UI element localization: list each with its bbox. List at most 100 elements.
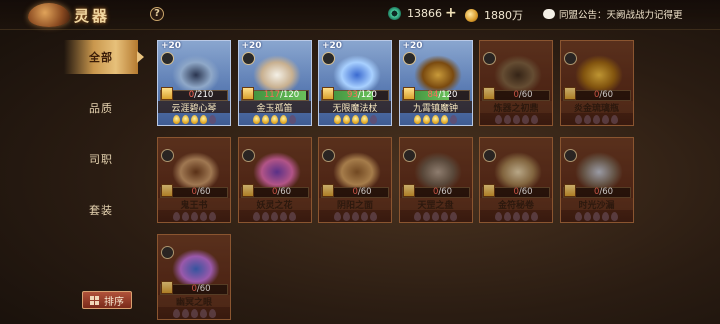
add-jade-button[interactable]: + bbox=[445, 5, 457, 21]
artifact-card[interactable]: +20 117/120 金玉孤笛 bbox=[237, 40, 312, 126]
tab-set[interactable]: 套装 bbox=[64, 193, 138, 227]
star-icon bbox=[530, 212, 538, 221]
hourglass-icon bbox=[574, 152, 623, 192]
tab-all[interactable]: 全部 bbox=[64, 40, 144, 74]
star-icon bbox=[172, 115, 180, 124]
star-rating bbox=[480, 212, 552, 221]
flower-flute-icon bbox=[252, 55, 301, 95]
artifact-name: 时光沙漏 bbox=[560, 198, 633, 211]
star-icon bbox=[271, 115, 278, 124]
star-icon bbox=[199, 115, 207, 124]
fragment-current: 93 bbox=[347, 90, 358, 100]
star-icon bbox=[333, 212, 341, 221]
artifact-card[interactable]: 0/60 幽冥之眼 bbox=[157, 234, 231, 320]
fragment-count: 0/60 bbox=[494, 90, 552, 101]
star-icon bbox=[369, 115, 377, 124]
fragment-max: 120 bbox=[282, 90, 300, 100]
star-icon bbox=[271, 212, 278, 221]
star-icon bbox=[521, 212, 529, 221]
star-icon bbox=[190, 115, 198, 124]
upgrade-level: +20 bbox=[402, 41, 423, 51]
star-icon bbox=[432, 212, 439, 221]
star-icon bbox=[432, 115, 439, 124]
star-icon bbox=[262, 115, 269, 124]
fragment-max: 60 bbox=[521, 187, 533, 197]
alliance-notice[interactable]: 同盟公告：天阙战战力记得更 bbox=[543, 7, 683, 21]
star-rating bbox=[158, 309, 230, 318]
jade-resource: 13866 bbox=[388, 7, 442, 20]
star-icon bbox=[602, 115, 609, 124]
fragment-max: 60 bbox=[199, 284, 211, 294]
artifact-card[interactable]: 0/60 妖灵之花 bbox=[237, 137, 312, 223]
fragment-count: 0/210 bbox=[172, 90, 230, 101]
star-rating bbox=[561, 212, 633, 221]
artifact-card[interactable]: 0/60 炼器之初鼎 bbox=[479, 40, 553, 126]
artifact-card[interactable]: +20 84/120 九霄镇魔钟 bbox=[398, 40, 473, 126]
star-icon bbox=[289, 212, 296, 221]
star-rating bbox=[400, 212, 472, 221]
sort-button[interactable]: 排序 bbox=[82, 291, 132, 309]
star-icon bbox=[351, 115, 359, 124]
star-icon bbox=[593, 212, 600, 221]
chat-bubble-icon bbox=[543, 9, 555, 19]
help-icon[interactable]: ? bbox=[150, 7, 164, 21]
artifact-name: 无限魔法杖 bbox=[319, 101, 391, 114]
star-icon bbox=[208, 212, 216, 221]
artifact-name: 阴阳之面 bbox=[319, 198, 391, 211]
artifact-name: 天罡之盘 bbox=[399, 198, 472, 211]
artifact-name: 炎金琉璃瓶 bbox=[560, 101, 633, 114]
artifact-card[interactable]: 0/60 时光沙漏 bbox=[559, 137, 634, 223]
fragment-count: 0/60 bbox=[575, 187, 633, 198]
fragment-max: 60 bbox=[602, 187, 614, 197]
star-icon bbox=[172, 212, 180, 221]
fragment-max: 120 bbox=[360, 90, 377, 100]
star-icon bbox=[611, 115, 618, 124]
artifact-card[interactable]: +20 93/120 无限魔法杖 bbox=[318, 40, 392, 126]
star-icon bbox=[289, 115, 296, 124]
artifact-name: 炼器之初鼎 bbox=[480, 101, 552, 114]
star-rating bbox=[239, 212, 311, 221]
star-icon bbox=[190, 212, 198, 221]
tab-quality[interactable]: 品质 bbox=[64, 91, 138, 125]
star-icon bbox=[575, 212, 582, 221]
tab-label: 全部 bbox=[89, 51, 113, 64]
bell-icon bbox=[413, 55, 462, 95]
gold-resource: 1880万 bbox=[465, 7, 523, 23]
artifact-name: 九霄镇魔钟 bbox=[399, 101, 472, 114]
star-icon bbox=[342, 115, 350, 124]
star-icon bbox=[503, 212, 511, 221]
artifact-card[interactable]: 0/60 阴阳之面 bbox=[318, 137, 392, 223]
star-icon bbox=[441, 212, 448, 221]
tab-label: 品质 bbox=[89, 102, 113, 115]
artifact-name: 妖灵之花 bbox=[238, 198, 311, 211]
star-rating bbox=[561, 115, 633, 124]
fragment-max: 120 bbox=[441, 90, 458, 100]
artifact-name: 金符秘卷 bbox=[480, 198, 552, 211]
star-icon bbox=[414, 212, 421, 221]
star-icon bbox=[530, 115, 538, 124]
star-icon bbox=[503, 115, 511, 124]
fragment-max: 60 bbox=[602, 90, 614, 100]
star-icon bbox=[369, 212, 377, 221]
fragment-count: 0/60 bbox=[414, 187, 472, 198]
tab-role[interactable]: 司职 bbox=[64, 142, 138, 176]
sort-label: 排序 bbox=[104, 296, 124, 308]
star-icon bbox=[450, 115, 457, 124]
star-icon bbox=[208, 309, 216, 318]
star-rating bbox=[319, 212, 391, 221]
qin-zither-icon bbox=[172, 55, 220, 95]
title-emblem-icon bbox=[28, 3, 70, 27]
gold-coin-icon bbox=[465, 8, 478, 22]
artifact-card[interactable]: 0/60 天罡之盘 bbox=[398, 137, 473, 223]
artifact-card[interactable]: 0/60 炎金琉璃瓶 bbox=[559, 40, 634, 126]
artifact-card[interactable]: +20 0/210 云涯碧心琴 bbox=[157, 40, 231, 126]
fragment-count: 117/120 bbox=[253, 90, 311, 101]
star-rating bbox=[480, 115, 552, 124]
star-icon bbox=[333, 115, 341, 124]
star-icon bbox=[450, 212, 457, 221]
scroll-icon bbox=[494, 152, 542, 192]
artifact-card[interactable]: 0/60 金符秘卷 bbox=[479, 137, 553, 223]
star-icon bbox=[584, 115, 591, 124]
artifact-card[interactable]: 0/60 鬼王书 bbox=[157, 137, 231, 223]
fragment-count: 84/120 bbox=[414, 90, 472, 101]
